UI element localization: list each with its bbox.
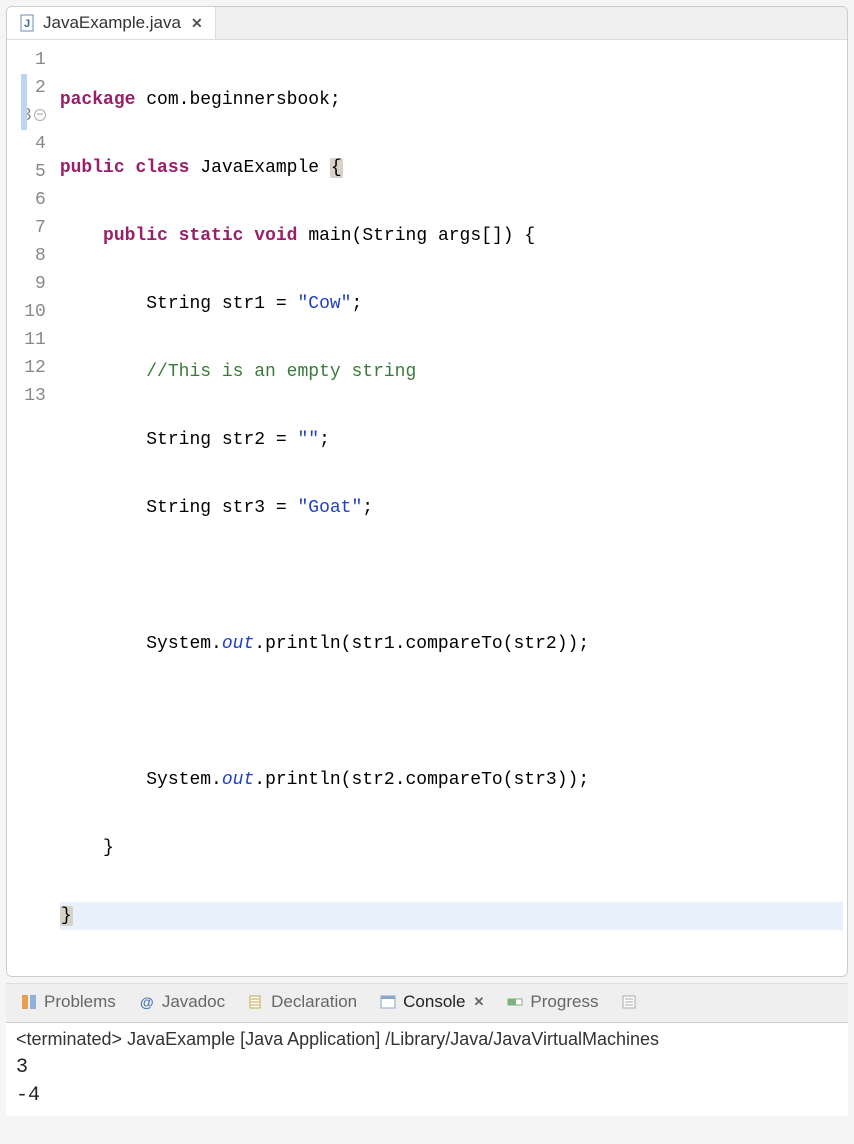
console-output: <terminated> JavaExample [Java Applicati…	[6, 1023, 848, 1116]
fold-icon[interactable]: −	[34, 109, 46, 121]
close-icon[interactable]: ✕	[474, 994, 485, 1010]
problems-icon	[20, 993, 38, 1011]
tab-console[interactable]: Console ✕	[375, 990, 488, 1014]
more-icon	[620, 993, 638, 1011]
tab-declaration[interactable]: Declaration	[243, 990, 361, 1014]
code-text[interactable]: package com.beginnersbook; public class …	[56, 40, 847, 976]
console-line: 3	[16, 1054, 838, 1082]
tab-problems[interactable]: Problems	[16, 990, 120, 1014]
bottom-panel: Problems @ Javadoc Declaration Console ✕	[6, 983, 848, 1116]
console-status: <terminated> JavaExample [Java Applicati…	[16, 1029, 838, 1050]
console-icon	[379, 993, 397, 1011]
view-tabs: Problems @ Javadoc Declaration Console ✕	[6, 983, 848, 1023]
declaration-icon	[247, 993, 265, 1011]
close-icon[interactable]: ✕	[191, 15, 203, 32]
java-file-icon: J	[19, 14, 37, 32]
tab-javadoc[interactable]: @ Javadoc	[134, 990, 229, 1014]
tab-filename: JavaExample.java	[43, 13, 181, 33]
editor-tab-javaexample[interactable]: J JavaExample.java ✕	[7, 7, 216, 39]
svg-text:@: @	[140, 994, 154, 1010]
editor-tab-bar: J JavaExample.java ✕	[7, 7, 847, 40]
editor-panel: J JavaExample.java ✕ 1 2 3− 4 5 6 7 8 9 …	[6, 6, 848, 977]
javadoc-icon: @	[138, 993, 156, 1011]
tab-more[interactable]	[616, 991, 642, 1013]
console-line: -4	[16, 1082, 838, 1110]
svg-text:J: J	[24, 18, 30, 30]
progress-icon	[506, 993, 524, 1011]
tab-progress[interactable]: Progress	[502, 990, 602, 1014]
code-area[interactable]: 1 2 3− 4 5 6 7 8 9 10 11 12 13 package c…	[7, 40, 847, 976]
gutter: 1 2 3− 4 5 6 7 8 9 10 11 12 13	[7, 40, 56, 976]
